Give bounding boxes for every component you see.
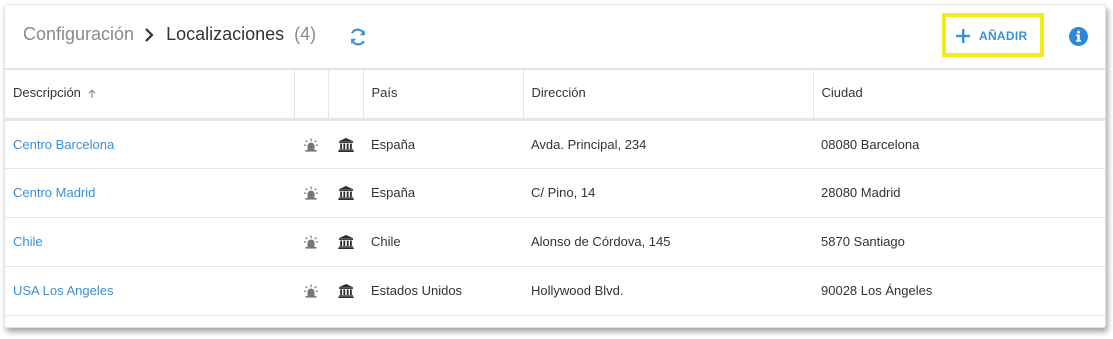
location-link[interactable]: Centro Madrid bbox=[13, 185, 95, 200]
building-icon[interactable] bbox=[328, 119, 363, 168]
table-row[interactable]: Chile Chile Alonso de Córdova, 145 5870 San… bbox=[5, 217, 1105, 266]
info-icon[interactable] bbox=[1069, 27, 1088, 46]
page-title: Localizaciones bbox=[166, 24, 285, 44]
siren-icon[interactable] bbox=[294, 266, 328, 315]
siren-icon[interactable] bbox=[294, 119, 328, 168]
row-description[interactable]: Chile bbox=[5, 217, 294, 266]
building-icon[interactable] bbox=[328, 266, 363, 315]
table-row[interactable]: USA Los Angeles Estados Unidos Hollywood B… bbox=[5, 266, 1105, 315]
sort-ascending-icon bbox=[88, 89, 96, 99]
row-address: Avda. Principal, 234 bbox=[531, 136, 647, 152]
table-header-row: Descripción País Dirección Ciudad bbox=[5, 68, 1105, 119]
column-header-descripcion[interactable]: Descripción bbox=[5, 68, 295, 119]
row-country: Chile bbox=[371, 234, 401, 249]
column-header-pais[interactable]: País bbox=[363, 68, 524, 119]
row-address: C/ Pino, 14 bbox=[531, 185, 596, 200]
row-country: Estados Unidos bbox=[371, 283, 463, 298]
column-header-icon-1 bbox=[294, 68, 329, 119]
siren-icon[interactable] bbox=[294, 168, 328, 217]
row-city: 28080 Madrid bbox=[821, 185, 901, 200]
siren-icon[interactable] bbox=[294, 217, 328, 266]
page-header: Configuración Localizaciones (4) AÑADIR bbox=[5, 5, 1105, 70]
plus-icon bbox=[956, 29, 970, 43]
location-link[interactable]: Centro Barcelona bbox=[13, 137, 114, 152]
row-city: 90028 Los Ángeles bbox=[821, 283, 933, 298]
column-header-ciudad[interactable]: Ciudad bbox=[813, 68, 1105, 119]
column-header-direccion[interactable]: Dirección bbox=[523, 68, 814, 119]
building-icon[interactable] bbox=[328, 217, 363, 266]
breadcrumb-parent[interactable]: Configuración bbox=[23, 24, 134, 45]
item-count: (4) bbox=[294, 24, 317, 44]
breadcrumb: Configuración Localizaciones (4) bbox=[23, 24, 316, 45]
location-link[interactable]: USA Los Angeles bbox=[13, 283, 113, 298]
table-row[interactable]: Centro Barcelona España Avda. Principal, 2… bbox=[5, 119, 1105, 168]
location-link[interactable]: Chile bbox=[13, 234, 43, 249]
building-icon[interactable] bbox=[328, 168, 363, 217]
row-city: 08080 Barcelona bbox=[821, 136, 920, 152]
refresh-icon[interactable] bbox=[348, 27, 368, 47]
row-address: Hollywood Blvd. bbox=[531, 283, 624, 298]
row-country: España bbox=[371, 185, 416, 200]
row-description[interactable]: USA Los Angeles bbox=[5, 266, 294, 315]
row-address: Alonso de Córdova, 145 bbox=[531, 234, 671, 249]
row-country: España bbox=[371, 136, 416, 152]
add-button[interactable]: AÑADIR bbox=[956, 25, 1027, 47]
locations-card: Configuración Localizaciones (4) AÑADIR bbox=[4, 4, 1106, 328]
add-button-label: AÑADIR bbox=[979, 29, 1028, 43]
table-row[interactable]: Centro Madrid España C/ Pino, 14 28080 Madr… bbox=[5, 168, 1105, 217]
column-header-icon-2 bbox=[328, 68, 364, 119]
row-city: 5870 Santiago bbox=[821, 234, 905, 249]
row-description[interactable]: Centro Barcelona bbox=[5, 119, 294, 168]
locations-table: Descripción País Dirección Ciudad Centro… bbox=[5, 68, 1105, 316]
row-description[interactable]: Centro Madrid bbox=[5, 168, 294, 217]
chevron-right-icon bbox=[145, 27, 154, 42]
